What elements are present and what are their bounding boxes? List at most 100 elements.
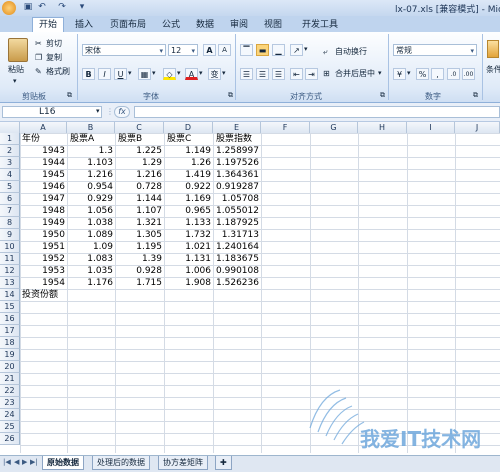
row-header[interactable]: 26 [0,433,20,445]
table-cell[interactable]: 1954 [20,277,65,289]
table-cell[interactable]: 1.364361 [213,169,259,181]
table-cell[interactable]: 1.144 [115,193,162,205]
table-cell[interactable]: 1.321 [115,217,162,229]
footer-label-cell[interactable]: 投资份额 [22,289,58,301]
table-cell[interactable]: 1.083 [67,253,113,265]
column-header-d[interactable]: D [164,122,213,133]
header-cell[interactable]: 股票B [118,133,142,145]
sheet-tab-processed-data[interactable]: 处理后的数据 [92,456,150,470]
row-header[interactable]: 2 [0,145,20,157]
table-cell[interactable]: 1946 [20,181,65,193]
row-header[interactable]: 12 [0,265,20,277]
tab-formulas[interactable]: 公式 [162,18,180,32]
table-cell[interactable]: 1951 [20,241,65,253]
table-cell[interactable]: 1.195 [115,241,162,253]
row-header[interactable]: 20 [0,361,20,373]
clipboard-launcher-icon[interactable]: ⧉ [67,90,72,101]
column-header-g[interactable]: G [310,122,358,133]
undo-icon[interactable]: ↶ [36,2,48,13]
table-cell[interactable]: 1.732 [164,229,211,241]
table-cell[interactable]: 1.149 [164,145,211,157]
column-header-h[interactable]: H [358,122,407,133]
font-launcher-icon[interactable]: ⧉ [228,90,233,101]
tab-insert[interactable]: 插入 [75,18,93,32]
decrease-decimal-icon[interactable]: .00 [462,68,475,80]
header-cell[interactable]: 股票A [70,133,94,145]
insert-function-button[interactable]: fx [114,106,130,118]
table-cell[interactable]: 1.056 [67,205,113,217]
font-name-combo[interactable]: 宋体 ▾ [82,44,166,56]
increase-decimal-icon[interactable]: .0 [447,68,460,80]
font-size-combo[interactable]: 12 ▾ [168,44,198,56]
save-icon[interactable]: ▣ [22,2,34,13]
table-cell[interactable]: 1.035 [67,265,113,277]
column-header-i[interactable]: I [407,122,455,133]
grow-font-button[interactable]: A [203,44,216,56]
header-cell[interactable]: 股票指数 [216,133,252,145]
name-box[interactable]: L16 [2,106,102,118]
conditional-format-icon[interactable] [487,40,499,58]
orientation-icon[interactable]: ↗ [290,44,303,56]
select-all-corner[interactable] [0,122,20,133]
table-cell[interactable]: 1945 [20,169,65,181]
row-header[interactable]: 23 [0,397,20,409]
table-cell[interactable]: 1.39 [115,253,162,265]
borders-dropdown-icon[interactable]: ▾ [152,68,156,79]
row-header[interactable]: 5 [0,181,20,193]
row-header[interactable]: 22 [0,385,20,397]
font-color-button[interactable]: A [185,68,198,80]
row-header[interactable]: 14 [0,289,20,301]
shrink-font-button[interactable]: A [218,44,231,56]
customize-quick-access-icon[interactable]: ▾ [76,2,88,13]
table-cell[interactable]: 1943 [20,145,65,157]
table-cell[interactable]: 1.258997 [213,145,259,157]
row-header[interactable]: 24 [0,409,20,421]
row-header[interactable]: 19 [0,349,20,361]
column-header-j[interactable]: J [455,122,500,133]
table-cell[interactable]: 1.526236 [213,277,259,289]
table-cell[interactable]: 1.216 [115,169,162,181]
comma-button[interactable]: , [431,68,444,80]
row-header[interactable]: 10 [0,241,20,253]
tab-review[interactable]: 审阅 [230,18,248,32]
table-cell[interactable]: 0.928 [115,265,162,277]
column-header-f[interactable]: F [261,122,310,133]
table-cell[interactable]: 1.183675 [213,253,259,265]
table-cell[interactable]: 1.225 [115,145,162,157]
table-cell[interactable]: 1.908 [164,277,211,289]
table-cell[interactable]: 1.021 [164,241,211,253]
column-header-c[interactable]: C [115,122,164,133]
bold-button[interactable]: B [82,68,95,80]
paste-icon[interactable] [8,38,28,62]
table-cell[interactable]: 1.419 [164,169,211,181]
align-left-icon[interactable]: ☰ [240,68,253,80]
table-cell[interactable]: 1.103 [67,157,113,169]
table-cell[interactable]: 0.965 [164,205,211,217]
row-header[interactable]: 13 [0,277,20,289]
table-cell[interactable]: 0.728 [115,181,162,193]
table-cell[interactable]: 1949 [20,217,65,229]
header-cell[interactable]: 股票C [167,133,191,145]
table-cell[interactable]: 1.176 [67,277,113,289]
fill-color-icon[interactable]: ◇ [163,68,176,80]
row-header[interactable]: 15 [0,301,20,313]
last-sheet-icon[interactable]: ▶| [30,458,38,466]
tab-view[interactable]: 视图 [264,18,282,32]
table-cell[interactable]: 1.29 [115,157,162,169]
currency-icon[interactable]: ¥ [393,68,406,80]
first-sheet-icon[interactable]: |◀ [3,458,11,466]
table-cell[interactable]: 1.715 [115,277,162,289]
table-cell[interactable]: 1.169 [164,193,211,205]
table-cell[interactable]: 1950 [20,229,65,241]
conditional-format-button[interactable]: 条件 [486,64,500,75]
table-cell[interactable]: 1.26 [164,157,211,169]
office-button[interactable] [2,1,16,15]
row-header[interactable]: 4 [0,169,20,181]
table-cell[interactable]: 1944 [20,157,65,169]
tab-page-layout[interactable]: 页面布局 [110,18,146,32]
row-header[interactable]: 17 [0,325,20,337]
prev-sheet-icon[interactable]: ◀ [14,458,19,466]
increase-indent-icon[interactable]: ⇥ [305,68,318,80]
borders-icon[interactable]: ▦ [138,68,151,80]
wrap-text-button[interactable]: 自动换行 [335,46,367,57]
